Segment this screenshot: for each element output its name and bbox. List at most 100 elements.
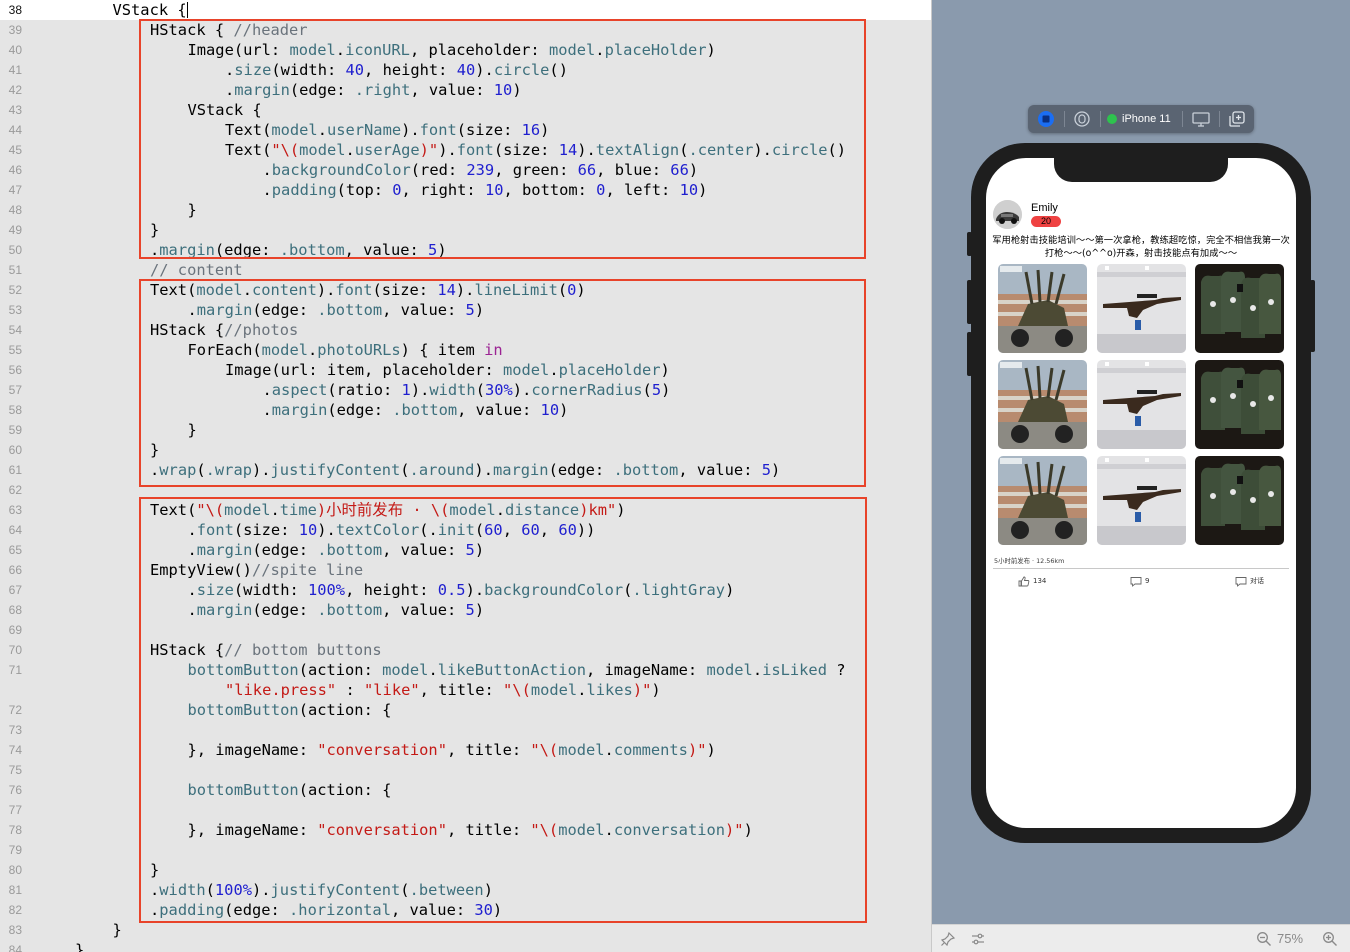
code-line[interactable]: 63 Text("\(model.time)小时前发布 · \(model.dis… <box>0 500 932 520</box>
photo-shooting-targets[interactable] <box>1195 264 1284 353</box>
code-line[interactable]: 49} <box>0 220 932 240</box>
code-line[interactable]: 42 .margin(edge: .right, value: 10) <box>0 80 932 100</box>
code-text[interactable]: .margin(edge: .bottom, value: 10) <box>263 400 569 420</box>
code-line[interactable]: 84} <box>0 940 932 952</box>
code-text[interactable]: } <box>75 940 84 952</box>
code-text[interactable]: .font(size: 10).textColor(.init(60, 60, … <box>188 520 596 540</box>
code-line[interactable]: 61 .wrap(.wrap).justifyContent(.around).m… <box>0 460 932 480</box>
code-line[interactable]: 66 EmptyView()//spite line <box>0 560 932 580</box>
code-line[interactable]: 50 .margin(edge: .bottom, value: 5) <box>0 240 932 260</box>
code-line[interactable]: 48} <box>0 200 932 220</box>
code-line[interactable]: 65 .margin(edge: .bottom, value: 5) <box>0 540 932 560</box>
code-line[interactable]: 75 <box>0 760 932 780</box>
code-text[interactable]: } <box>188 420 197 440</box>
code-text[interactable]: Text(model.userName).font(size: 16) <box>225 120 549 140</box>
inspect-icon[interactable] <box>1072 109 1092 129</box>
zoom-level[interactable]: 75% <box>1277 925 1303 952</box>
photo-anti-aircraft-gun[interactable] <box>998 264 1087 353</box>
code-text[interactable]: bottomButton(action: { <box>188 780 392 800</box>
code-line[interactable]: 60} <box>0 440 932 460</box>
code-text[interactable]: EmptyView()//spite line <box>150 560 363 580</box>
code-text[interactable]: Image(url: item, placeholder: model.plac… <box>225 360 670 380</box>
code-line[interactable]: 70 HStack {// bottom buttons <box>0 640 932 660</box>
code-line[interactable]: 44 Text(model.userName).font(size: 16) <box>0 120 932 140</box>
code-text[interactable]: .backgroundColor(red: 239, green: 66, bl… <box>263 160 699 180</box>
code-text[interactable]: HStack { //header <box>150 20 308 40</box>
code-text[interactable]: Text("\(model.userAge)").font(size: 14).… <box>225 140 846 160</box>
code-line[interactable]: 52 Text(model.content).font(size: 14).lin… <box>0 280 932 300</box>
code-line[interactable]: 58 .margin(edge: .bottom, value: 10) <box>0 400 932 420</box>
code-text[interactable]: Text("\(model.time)小时前发布 · \(model.dista… <box>150 500 626 520</box>
code-line[interactable]: 47 .padding(top: 0, right: 10, bottom: 0,… <box>0 180 932 200</box>
code-text[interactable]: .margin(edge: .bottom, value: 5) <box>150 240 447 260</box>
code-text[interactable]: .margin(edge: .bottom, value: 5) <box>188 540 485 560</box>
code-line[interactable]: 79 <box>0 840 932 860</box>
code-line[interactable]: 45 Text("\(model.userAge)").font(size: 14… <box>0 140 932 160</box>
code-line[interactable]: 41 .size(width: 40, height: 40).circle() <box>0 60 932 80</box>
code-text[interactable]: VStack { <box>113 0 188 20</box>
code-line[interactable]: 73 <box>0 720 932 740</box>
code-text[interactable]: .size(width: 100%, height: 0.5).backgrou… <box>188 580 735 600</box>
code-text[interactable]: HStack {// bottom buttons <box>150 640 382 660</box>
photo-anti-aircraft-gun[interactable] <box>998 456 1087 545</box>
code-text[interactable]: VStack { <box>188 100 262 120</box>
code-text[interactable]: .wrap(.wrap).justifyContent(.around).mar… <box>150 460 780 480</box>
code-line[interactable]: 67 .size(width: 100%, height: 0.5).backgr… <box>0 580 932 600</box>
code-text[interactable]: .aspect(ratio: 1).width(30%).cornerRadiu… <box>263 380 671 400</box>
code-line[interactable]: 55 ForEach(model.photoURLs) { item in <box>0 340 932 360</box>
comments-button[interactable]: 9 <box>1130 575 1149 589</box>
code-text[interactable]: "like.press" : "like", title: "\(model.l… <box>225 680 661 700</box>
like-button[interactable]: 134 <box>1018 575 1046 589</box>
code-editor[interactable]: 38 VStack {39 HStack { //header 40 Image(url… <box>0 0 932 952</box>
code-line[interactable]: 80} <box>0 860 932 880</box>
code-text[interactable]: .margin(edge: .bottom, value: 5) <box>188 300 485 320</box>
code-line[interactable]: 46 .backgroundColor(red: 239, green: 66, … <box>0 160 932 180</box>
code-line[interactable]: 77 <box>0 800 932 820</box>
zoom-in-icon[interactable] <box>1322 931 1338 947</box>
code-text[interactable]: Text(model.content).font(size: 14).lineL… <box>150 280 586 300</box>
code-line[interactable]: 78}, imageName: "conversation", title: "… <box>0 820 932 840</box>
code-text[interactable]: }, imageName: "conversation", title: "\(… <box>188 820 753 840</box>
code-line[interactable]: 76 bottomButton(action: { <box>0 780 932 800</box>
avatar[interactable] <box>993 200 1022 229</box>
code-line[interactable]: 68 .margin(edge: .bottom, value: 5) <box>0 600 932 620</box>
code-line[interactable]: 62 <box>0 480 932 500</box>
code-line[interactable]: 39 HStack { //header <box>0 20 932 40</box>
code-line[interactable]: 72 bottomButton(action: { <box>0 700 932 720</box>
photo-rifle-display[interactable] <box>1096 264 1186 353</box>
device-settings-icon[interactable] <box>1190 109 1212 129</box>
code-text[interactable]: // content <box>150 260 243 280</box>
code-line[interactable]: 82 .padding(edge: .horizontal, value: 30) <box>0 900 932 920</box>
code-line[interactable]: 81 .width(100%).justifyContent(.between) <box>0 880 932 900</box>
code-line[interactable]: 38 VStack { <box>0 0 932 20</box>
photo-shooting-targets[interactable] <box>1195 360 1284 449</box>
code-line[interactable]: 71 bottomButton(action: model.likeButtonA… <box>0 660 932 680</box>
code-line[interactable]: 56 Image(url: item, placeholder: model.pl… <box>0 360 932 380</box>
code-line[interactable]: 64 .font(size: 10).textColor(.init(60, 60… <box>0 520 932 540</box>
code-line[interactable]: 43 VStack { <box>0 100 932 120</box>
code-line[interactable]: 69 <box>0 620 932 640</box>
code-text[interactable]: ForEach(model.photoURLs) { item in <box>188 340 503 360</box>
code-line[interactable]: "like.press" : "like", title: "\(model.l… <box>0 680 932 700</box>
zoom-out-icon[interactable] <box>1256 931 1272 947</box>
code-text[interactable]: } <box>113 920 122 940</box>
conversation-button[interactable]: 对话 <box>1235 575 1264 589</box>
code-line[interactable]: 83} <box>0 920 932 940</box>
duplicate-preview-icon[interactable] <box>1226 109 1248 129</box>
code-text[interactable]: .margin(edge: .bottom, value: 5) <box>188 600 485 620</box>
code-line[interactable]: 53 .margin(edge: .bottom, value: 5) <box>0 300 932 320</box>
code-line[interactable]: 57 .aspect(ratio: 1).width(30%).cornerRad… <box>0 380 932 400</box>
code-text[interactable]: bottomButton(action: { <box>188 700 392 720</box>
code-text[interactable]: } <box>150 440 159 460</box>
code-line[interactable]: 40 Image(url: model.iconURL, placeholder:… <box>0 40 932 60</box>
adjust-icon[interactable] <box>970 931 986 947</box>
photo-anti-aircraft-gun[interactable] <box>998 360 1087 449</box>
code-line[interactable]: 51 // content <box>0 260 932 280</box>
code-text[interactable]: HStack {//photos <box>150 320 298 340</box>
code-line[interactable]: 74}, imageName: "conversation", title: "… <box>0 740 932 760</box>
code-line[interactable]: 54 HStack {//photos <box>0 320 932 340</box>
photo-rifle-display[interactable] <box>1096 360 1186 449</box>
code-text[interactable]: bottomButton(action: model.likeButtonAct… <box>188 660 846 680</box>
code-text[interactable]: .padding(top: 0, right: 10, bottom: 0, l… <box>263 180 708 200</box>
pin-icon[interactable] <box>940 931 956 947</box>
